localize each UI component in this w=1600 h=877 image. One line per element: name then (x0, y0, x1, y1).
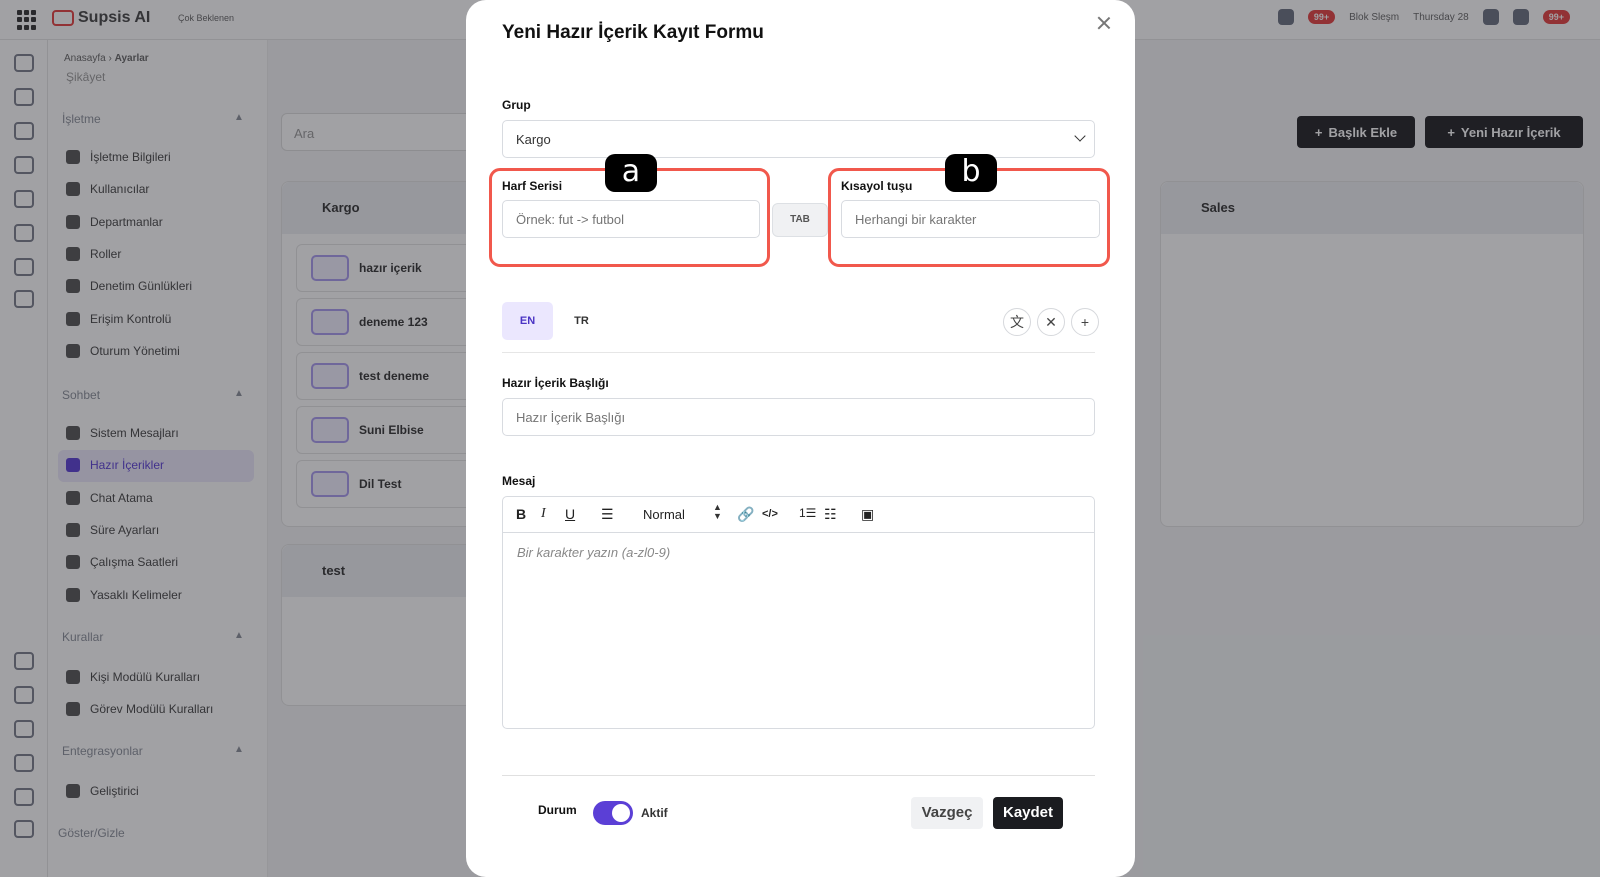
tab-tr[interactable]: TR (556, 302, 607, 340)
editor-toolbar: B I U ☰ Normal ▲ ▼ 🔗 </> 1☰ ☷ ▣ (503, 497, 1094, 533)
translate-icon[interactable]: 文 (1003, 308, 1031, 336)
ordered-list-icon[interactable]: 1☰ (799, 506, 816, 520)
status-label: Durum (538, 803, 577, 817)
shortcut-input[interactable] (841, 200, 1100, 238)
cancel-button[interactable]: Vazgeç (911, 797, 983, 829)
status-value: Aktif (641, 806, 668, 820)
bullet-list-icon[interactable]: ☷ (824, 506, 837, 523)
content-title-input[interactable] (502, 398, 1095, 436)
image-icon[interactable]: ▣ (861, 506, 874, 523)
code-icon[interactable]: </> (762, 508, 778, 520)
divider (502, 352, 1095, 353)
format-select[interactable]: Normal (643, 507, 685, 522)
save-button[interactable]: Kaydet (993, 797, 1063, 829)
group-label: Grup (502, 98, 531, 112)
bold-icon[interactable]: B (516, 506, 526, 522)
select-arrows-icon: ▲ ▼ (713, 502, 722, 521)
underline-icon[interactable]: U (565, 506, 575, 522)
chevron-down-icon (1074, 130, 1086, 142)
callout-a: a (605, 154, 657, 192)
tab-chip: TAB (772, 203, 828, 237)
new-content-modal: Yeni Hazır İçerik Kayıt Formu Grup Kargo… (466, 0, 1135, 877)
align-icon[interactable]: ☰ (601, 506, 614, 523)
message-label: Mesaj (502, 474, 536, 488)
content-title-label: Hazır İçerik Başlığı (502, 376, 609, 390)
modal-title: Yeni Hazır İçerik Kayıt Formu (502, 22, 764, 43)
close-icon[interactable] (1095, 14, 1113, 32)
status-toggle[interactable] (593, 801, 633, 825)
message-editor: B I U ☰ Normal ▲ ▼ 🔗 </> 1☰ ☷ ▣ Bir karak… (502, 496, 1095, 729)
letter-series-label: Harf Serisi (502, 179, 563, 193)
group-select[interactable]: Kargo (502, 120, 1095, 158)
editor-placeholder[interactable]: Bir karakter yazın (a-zl0-9) (517, 545, 670, 560)
footer-divider (502, 775, 1095, 776)
toggle-knob (612, 804, 630, 822)
remove-language-icon[interactable]: ✕ (1037, 308, 1065, 336)
shortcut-label: Kısayol tuşu (841, 179, 913, 193)
link-icon[interactable]: 🔗 (737, 506, 754, 523)
add-language-icon[interactable]: + (1071, 308, 1099, 336)
tab-en[interactable]: EN (502, 302, 553, 340)
letter-series-input[interactable] (502, 200, 760, 238)
italic-icon[interactable]: I (541, 506, 546, 522)
callout-b: b (945, 154, 997, 192)
